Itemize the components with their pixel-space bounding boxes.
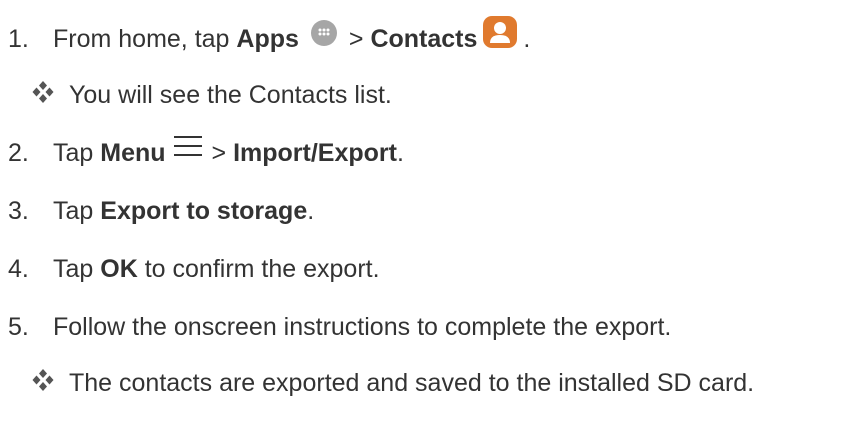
step-2: 2. Tap Menu > Import/Export . [8, 136, 404, 168]
step-5: 5. Follow the onscreen instructions to c… [8, 312, 671, 342]
step-text: Tap [53, 197, 101, 225]
diamond-bullet-icon [30, 368, 56, 392]
step-end: . [523, 25, 531, 53]
menu-icon [172, 134, 204, 158]
result-text: The contacts are exported and saved to t… [69, 369, 755, 397]
step-1: 1. From home, tap Apps > Contacts . [8, 16, 531, 55]
step-number: 3. [8, 197, 29, 225]
diamond-bullet-icon [30, 80, 56, 104]
step-4: 4. Tap OK to confirm the export. [8, 254, 380, 284]
step-text: Tap [53, 255, 101, 283]
result-1: You will see the Contacts list. [30, 80, 392, 110]
contacts-label: Contacts [370, 25, 478, 53]
step-rest: to confirm the export. [137, 255, 380, 283]
step-text: Follow the onscreen instructions to comp… [53, 313, 672, 341]
menu-label: Menu [100, 139, 166, 167]
result-text: You will see the Contacts list. [69, 81, 392, 109]
step-end: . [307, 197, 315, 225]
apps-label: Apps [236, 25, 299, 53]
step-end: . [397, 139, 404, 167]
export-to-storage-label: Export to storage [100, 197, 308, 225]
result-2: The contacts are exported and saved to t… [30, 368, 754, 398]
import-export-label: Import/Export [233, 139, 397, 167]
step-number: 1. [8, 25, 29, 53]
ok-label: OK [100, 255, 138, 283]
step-text: From home, tap [53, 25, 237, 53]
apps-icon [310, 20, 337, 46]
separator: > [348, 25, 371, 53]
contacts-icon [483, 16, 518, 48]
step-number: 2. [8, 139, 29, 167]
step-text: Tap [53, 139, 101, 167]
step-number: 4. [8, 255, 29, 283]
step-3: 3. Tap Export to storage . [8, 196, 314, 226]
step-number: 5. [8, 313, 29, 341]
separator: > [211, 139, 234, 167]
